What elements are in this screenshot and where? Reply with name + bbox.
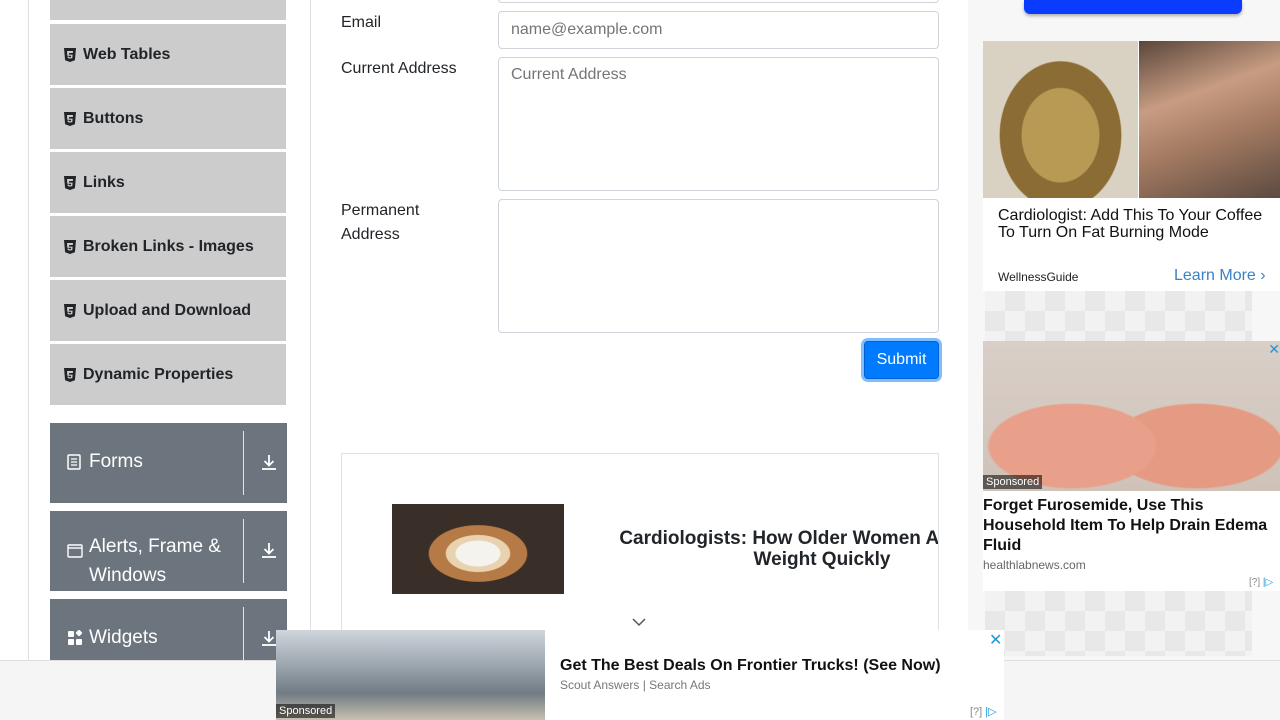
html5-icon: [64, 175, 76, 190]
submit-button[interactable]: Submit: [864, 341, 939, 379]
ad-title[interactable]: Forget Furosemide, Use This Household It…: [983, 496, 1280, 556]
ad-title[interactable]: Get The Best Deals On Frontier Trucks! (…: [560, 657, 941, 675]
ad-source: healthlabnews.com: [983, 558, 1086, 572]
ad-info-link[interactable]: [?] |▷: [1249, 577, 1273, 588]
sidebar-item-web-tables[interactable]: Web Tables: [50, 24, 286, 86]
sidebar-item-label: Upload and Download: [83, 301, 251, 319]
ad-source: Scout Answers | Search Ads: [560, 678, 711, 692]
ad-image-feet: [983, 341, 1280, 491]
window-icon: [67, 542, 83, 558]
ad-placeholder-pattern: [985, 591, 1252, 656]
ad-image: [392, 504, 564, 594]
right-ad-1[interactable]: Cardiologist: Add This To Your Coffee To…: [983, 41, 1280, 291]
full-name-field-partial[interactable]: [498, 0, 939, 3]
sponsored-badge: Sponsored: [983, 475, 1043, 489]
sidebar-item-label: Buttons: [83, 109, 144, 127]
html5-icon: [64, 47, 76, 62]
permanent-address-field[interactable]: [498, 199, 939, 333]
sidebar-item-dynamic-properties[interactable]: Dynamic Properties: [50, 344, 286, 406]
sidebar-item-links[interactable]: Links: [50, 152, 286, 214]
html5-icon: [64, 367, 76, 382]
adchoices-icon: |▷: [985, 706, 997, 718]
download-icon[interactable]: [261, 453, 277, 473]
ad-title[interactable]: Cardiologist: Add This To Your Coffee To…: [998, 207, 1278, 241]
sidebar-group-label: Alerts, Frame & Windows: [89, 536, 221, 586]
ad-image-powder: [983, 41, 1138, 198]
sponsored-badge: Sponsored: [276, 704, 336, 718]
sidebar-item-buttons[interactable]: Buttons: [50, 88, 286, 150]
sidebar-item-label: Broken Links - Images: [83, 237, 254, 255]
sidebar-group-label: Widgets: [89, 627, 158, 648]
sidebar-group-label: Forms: [89, 451, 143, 472]
ad-image-person: [1139, 41, 1280, 198]
ad-title[interactable]: Cardiologists: How Older Women Are Losin…: [592, 528, 938, 570]
ad-info-link[interactable]: [?] |▷: [970, 705, 997, 718]
left-border: [28, 0, 29, 660]
content-border: [310, 0, 311, 660]
ad-info-label: [?]: [1249, 577, 1261, 588]
sidebar-item-upload-download[interactable]: Upload and Download: [50, 280, 286, 342]
adchoices-icon: |▷: [1262, 577, 1274, 588]
bottom-ad[interactable]: Sponsored Get The Best Deals On Frontier…: [276, 630, 1004, 720]
learn-more-label: Learn More: [1174, 267, 1256, 284]
html5-icon: [64, 239, 76, 254]
sidebar-item-top-partial[interactable]: [50, 0, 286, 21]
email-field[interactable]: [498, 11, 939, 49]
close-icon[interactable]: ✕: [1268, 341, 1280, 358]
download-icon[interactable]: [261, 629, 277, 649]
widgets-icon: [67, 629, 83, 646]
permanent-address-label: Permanent Address: [341, 202, 420, 243]
current-address-field[interactable]: [498, 57, 939, 191]
group-divider: [243, 519, 244, 583]
ad-top-button[interactable]: [1024, 0, 1242, 14]
close-icon[interactable]: ✕: [989, 630, 1002, 650]
sidebar-item-broken-links[interactable]: Broken Links - Images: [50, 216, 286, 278]
document-icon: [67, 454, 83, 470]
html5-icon: [64, 303, 76, 318]
sidebar-group-alerts[interactable]: Alerts, Frame & Windows: [50, 511, 287, 591]
html5-icon: [64, 111, 76, 126]
sidebar-item-label: Dynamic Properties: [83, 365, 234, 383]
ad-placeholder-pattern: [985, 291, 1252, 341]
learn-more-link[interactable]: Learn More ›: [1174, 267, 1266, 285]
email-label: Email: [341, 14, 382, 31]
group-divider: [243, 431, 244, 495]
ad-info-label: [?]: [970, 706, 983, 718]
sidebar-group-forms[interactable]: Forms: [50, 423, 287, 503]
download-icon[interactable]: [261, 541, 277, 561]
ad-source: WellnessGuide: [998, 270, 1079, 284]
page: Web Tables Buttons Links Broken Links - …: [0, 0, 1280, 720]
current-address-label: Current Address: [341, 60, 457, 77]
sidebar-item-label: Links: [83, 173, 125, 191]
chevron-right-icon: ›: [1260, 267, 1266, 284]
sidebar-item-label: Web Tables: [83, 45, 171, 63]
right-ad-2[interactable]: Sponsored ✕ Forget Furosemide, Use This …: [983, 341, 1280, 591]
